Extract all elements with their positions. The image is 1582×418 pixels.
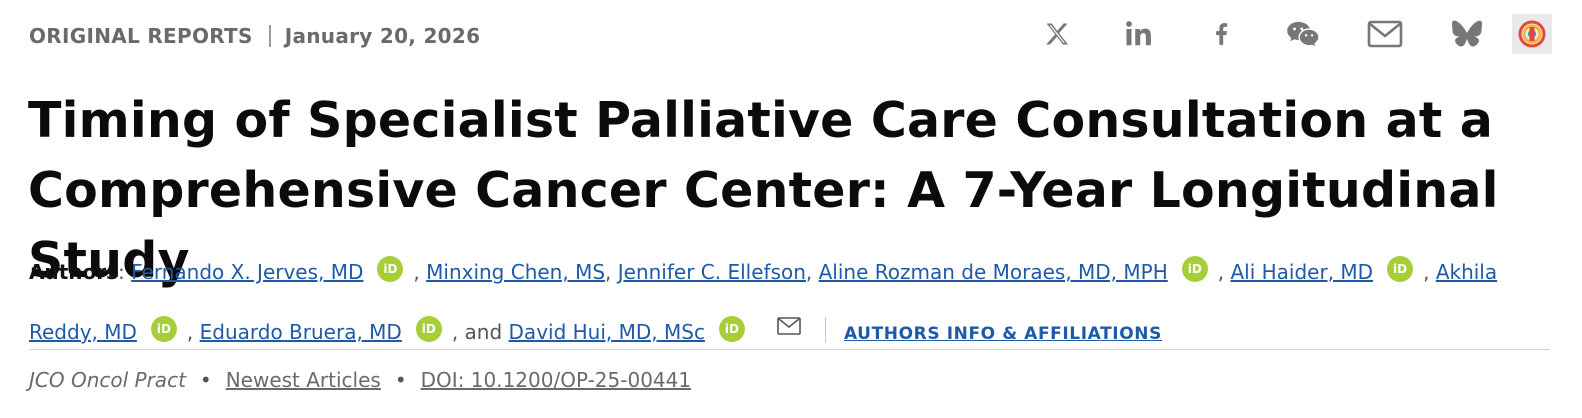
orcid-icon[interactable]: iD	[377, 256, 404, 282]
orcid-icon[interactable]: iD	[415, 316, 442, 342]
meta-divider	[268, 25, 271, 47]
orcid-icon[interactable]: iD	[150, 316, 177, 342]
linkedin-icon[interactable]	[1098, 12, 1180, 56]
affiliations-link[interactable]: AUTHORS INFO & AFFILIATIONS	[844, 324, 1162, 344]
orcid-icon[interactable]: iD	[1387, 256, 1414, 282]
author-link[interactable]: Fernando X. Jerves, MD	[131, 260, 363, 284]
author-list: Authors: Fernando X. Jerves, MD iD, Minxi…	[29, 244, 1529, 362]
altmetric-icon[interactable]	[1512, 14, 1552, 54]
orcid-icon[interactable]: iD	[718, 316, 745, 342]
doi-link[interactable]: DOI: 10.1200/OP-25-00441	[421, 368, 691, 392]
orcid-icon[interactable]: iD	[1181, 256, 1208, 282]
authors-label: Authors	[29, 260, 119, 284]
x-icon[interactable]	[1016, 12, 1098, 56]
email-icon[interactable]	[1344, 12, 1426, 56]
publication-date: January 20, 2026	[284, 24, 481, 48]
section-divider	[29, 349, 1550, 350]
author-link[interactable]: Eduardo Bruera, MD	[200, 320, 402, 344]
wechat-icon[interactable]	[1262, 12, 1344, 56]
bullet: •	[394, 368, 407, 392]
author-link[interactable]: Ali Haider, MD	[1230, 260, 1373, 284]
facebook-icon[interactable]	[1180, 12, 1262, 56]
email-icon[interactable]	[777, 300, 801, 356]
bluesky-icon[interactable]	[1426, 12, 1508, 56]
article-type: ORIGINAL REPORTS	[29, 24, 253, 48]
citation-row: JCO Oncol Pract • Newest Articles • DOI:…	[29, 368, 691, 392]
section-link[interactable]: Newest Articles	[226, 368, 381, 392]
author-link[interactable]: Minxing Chen, MS	[426, 260, 605, 284]
article-meta: ORIGINAL REPORTS January 20, 2026	[29, 24, 480, 48]
author-link[interactable]: Aline Rozman de Moraes, MD, MPH	[819, 260, 1168, 284]
journal-name: JCO Oncol Pract	[29, 368, 186, 392]
author-link[interactable]: Jennifer C. Ellefson	[618, 260, 806, 284]
author-divider	[824, 317, 826, 343]
share-bar	[1016, 12, 1552, 56]
author-link[interactable]: David Hui, MD, MSc	[509, 320, 705, 344]
bullet: •	[199, 368, 212, 392]
